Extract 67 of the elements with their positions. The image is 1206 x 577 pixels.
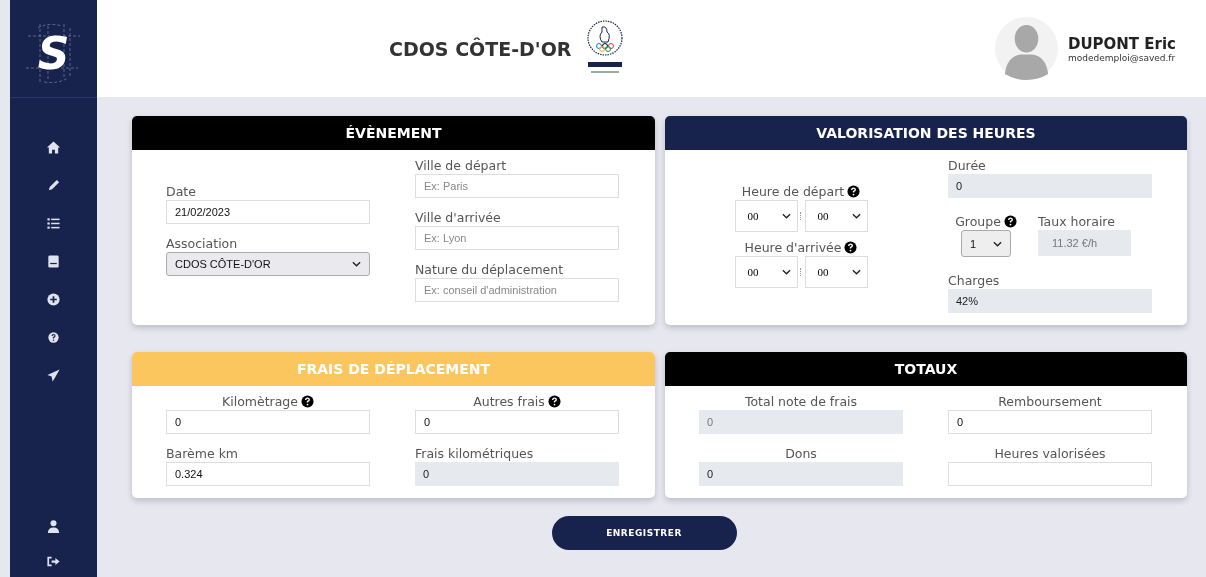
- logo[interactable]: S: [37, 28, 70, 79]
- field-label: Durée: [948, 158, 986, 173]
- field-label: Remboursement: [998, 394, 1102, 409]
- help-icon[interactable]: [547, 395, 561, 408]
- field-label: Autres frais: [473, 394, 545, 409]
- input-field[interactable]: 0: [415, 410, 619, 434]
- save-button[interactable]: ENREGISTRER: [551, 516, 737, 550]
- field-label: Taux horaire: [1038, 214, 1115, 229]
- user-icon: [46, 519, 61, 534]
- caret-icon: [781, 268, 791, 275]
- input-field[interactable]: 0: [699, 462, 903, 486]
- caret-icon: [781, 212, 791, 219]
- minute-select[interactable]: 00: [804, 199, 868, 232]
- hour-select[interactable]: 00: [734, 255, 798, 288]
- input-field[interactable]: 42%: [948, 289, 1152, 313]
- field-label: Barème km: [166, 446, 239, 461]
- paper-plane-icon: [46, 368, 61, 383]
- field-label: Association: [166, 236, 238, 251]
- card-header: VALORISATION DES HEURES: [665, 116, 1187, 150]
- field-label: Kilomètrage: [222, 394, 298, 409]
- plus-circle-icon: [46, 292, 61, 307]
- help-icon: [46, 330, 61, 345]
- field-label: Frais kilométriques: [415, 446, 534, 461]
- input-field[interactable]: Ex: Lyon: [415, 226, 619, 250]
- sign-out-icon: [46, 554, 61, 569]
- caret-icon: [851, 212, 861, 219]
- input-field[interactable]: [948, 462, 1152, 486]
- help-icon[interactable]: [1003, 215, 1017, 228]
- list-icon: [46, 216, 61, 231]
- field-label: Date: [166, 184, 196, 199]
- card-header: FRAIS DE DÉPLACEMENT: [132, 352, 655, 386]
- input-field[interactable]: 21/02/2023: [166, 200, 370, 224]
- book-icon: [46, 254, 61, 269]
- field-label: Nature du déplacement: [415, 262, 564, 277]
- field-label: Charges: [948, 273, 1000, 288]
- user-name: DUPONT Eric: [1067, 34, 1176, 53]
- input-field[interactable]: 0: [948, 410, 1152, 434]
- user-email: modedemploi@saved.fr: [1067, 52, 1176, 63]
- field-label: Heure de départ: [741, 183, 845, 199]
- field-label: Dons: [785, 446, 817, 461]
- hour-select[interactable]: 00: [734, 199, 798, 232]
- field-label: Total note de frais: [744, 394, 858, 409]
- field-label: Heure d'arrivée: [744, 239, 842, 255]
- input-field[interactable]: 0: [948, 174, 1152, 198]
- input-field[interactable]: 0: [415, 462, 619, 486]
- input-field[interactable]: 0: [166, 410, 370, 434]
- field-label: Ville de départ: [415, 158, 507, 173]
- caret-icon: [993, 240, 1002, 247]
- input-field[interactable]: Ex: Paris: [415, 174, 619, 198]
- input-field[interactable]: Ex: conseil d'administration: [415, 278, 619, 302]
- help-icon[interactable]: [301, 395, 314, 408]
- input-field[interactable]: 0.324: [166, 462, 370, 486]
- page-title: CDOS CÔTE-D'OR: [389, 37, 572, 60]
- select-field[interactable]: 1: [961, 230, 1011, 257]
- pencil-icon: [46, 178, 61, 193]
- caret-icon: [352, 261, 361, 267]
- field-label: Ville d'arrivée: [415, 210, 501, 225]
- help-icon[interactable]: [847, 184, 861, 198]
- select-field[interactable]: CDOS CÔTE-D'OR: [166, 252, 370, 276]
- field-label: Groupe: [955, 214, 1001, 229]
- card-header: TOTAUX: [665, 352, 1187, 386]
- card-header: ÉVÈNEMENT: [132, 116, 655, 150]
- field-label: Heures valorisées: [994, 446, 1106, 461]
- minute-select[interactable]: 00: [804, 255, 868, 288]
- caret-icon: [851, 268, 861, 275]
- home-icon: [46, 140, 61, 155]
- help-icon[interactable]: [844, 240, 858, 254]
